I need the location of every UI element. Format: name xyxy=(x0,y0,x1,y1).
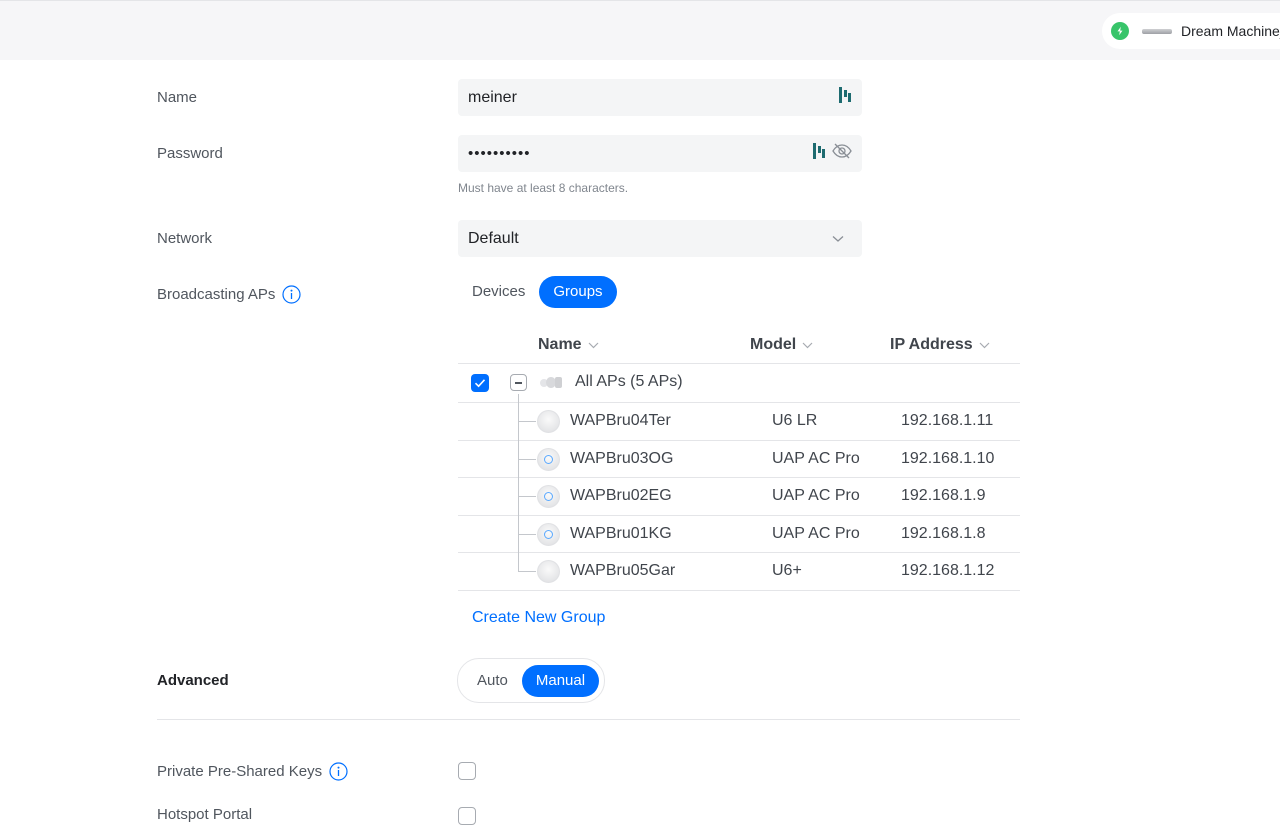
ap-u6-icon xyxy=(537,410,560,433)
column-name[interactable]: Name xyxy=(538,336,599,354)
ap-name: WAPBru03OG xyxy=(570,449,674,467)
ap-name: WAPBru01KG xyxy=(570,524,672,542)
eye-off-icon[interactable] xyxy=(832,143,852,164)
console-device-icon xyxy=(1142,28,1172,34)
tree-connector xyxy=(519,571,536,572)
network-value: Default xyxy=(468,229,519,247)
device-name: Dream Machine_ xyxy=(1181,23,1280,39)
ap-table: Name Model IP Address All APs (5 APs) WA… xyxy=(458,326,1020,591)
password-input[interactable]: •••••••••• xyxy=(458,135,862,172)
chevron-down-icon xyxy=(832,230,844,248)
tree-connector xyxy=(519,533,536,535)
group-checkbox[interactable] xyxy=(471,374,489,392)
broadcasting-aps-label: Broadcasting APs xyxy=(157,285,302,304)
advanced-label: Advanced xyxy=(157,672,229,689)
column-model[interactable]: Model xyxy=(750,336,813,354)
tab-devices[interactable]: Devices xyxy=(458,276,539,308)
ap-ip: 192.168.1.11 xyxy=(901,412,994,429)
table-row[interactable]: WAPBru02EG UAP AC Pro 192.168.1.9 xyxy=(458,478,1020,516)
ap-name: WAPBru05Gar xyxy=(570,562,676,579)
network-label: Network xyxy=(157,230,213,247)
ap-model: U6 LR xyxy=(772,412,818,429)
ap-model: UAP AC Pro xyxy=(772,524,860,542)
name-label: Name xyxy=(157,89,198,106)
password-value: •••••••••• xyxy=(468,145,531,162)
group-row[interactable]: All APs (5 APs) xyxy=(458,364,1020,403)
table-row[interactable]: WAPBru05Gar U6+ 192.168.1.12 xyxy=(458,553,1020,591)
password-label: Password xyxy=(157,145,223,162)
ap-acpro-icon xyxy=(537,447,560,471)
ap-model: UAP AC Pro xyxy=(772,487,860,504)
table-row[interactable]: WAPBru01KG UAP AC Pro 192.168.1.8 xyxy=(458,516,1020,553)
name-value: meiner xyxy=(468,88,517,106)
top-bar: Dream Machine_ xyxy=(0,0,1280,60)
ap-acpro-icon xyxy=(537,522,560,546)
password-hint: Must have at least 8 characters. xyxy=(458,181,629,195)
ap-model: U6+ xyxy=(772,562,802,579)
chevron-down-icon xyxy=(588,336,599,354)
ap-model: UAP AC Pro xyxy=(772,449,860,467)
tree-line xyxy=(518,394,519,572)
section-divider xyxy=(157,719,1020,720)
tree-connector xyxy=(519,496,536,497)
ap-u6-icon xyxy=(537,560,560,583)
table-row[interactable]: WAPBru03OG UAP AC Pro 192.168.1.10 xyxy=(458,441,1020,478)
collapse-icon[interactable] xyxy=(510,374,527,391)
ap-ip: 192.168.1.10 xyxy=(901,449,995,467)
table-row[interactable]: WAPBru04Ter U6 LR 192.168.1.11 xyxy=(458,403,1020,441)
hotspot-checkbox[interactable] xyxy=(458,807,476,825)
info-icon[interactable] xyxy=(282,285,302,304)
online-status-icon xyxy=(1111,22,1129,40)
ap-ip: 192.168.1.12 xyxy=(901,562,995,579)
chevron-down-icon xyxy=(802,336,813,354)
device-selector[interactable]: Dream Machine_ xyxy=(1102,13,1280,49)
ap-ip: 192.168.1.9 xyxy=(901,487,986,504)
broadcast-mode-toggle: Devices Groups xyxy=(458,276,617,308)
tree-connector xyxy=(519,458,536,460)
name-input[interactable]: meiner xyxy=(458,79,862,116)
ppsk-checkbox[interactable] xyxy=(458,762,476,780)
password-manager-icon[interactable] xyxy=(838,86,852,109)
tree-connector xyxy=(519,421,536,422)
table-header: Name Model IP Address xyxy=(458,326,1020,364)
chevron-down-icon xyxy=(979,336,990,354)
ap-acpro-icon xyxy=(537,485,560,508)
create-new-group-link[interactable]: Create New Group xyxy=(472,609,605,627)
ap-name: WAPBru02EG xyxy=(570,487,672,504)
column-ip-address[interactable]: IP Address xyxy=(890,336,990,354)
tab-auto[interactable]: Auto xyxy=(463,665,522,697)
ppsk-label: Private Pre-Shared Keys xyxy=(157,762,348,781)
password-manager-icon[interactable] xyxy=(812,142,826,165)
info-icon[interactable] xyxy=(329,762,348,781)
ap-name: WAPBru04Ter xyxy=(570,412,671,429)
network-select[interactable]: Default xyxy=(458,220,862,257)
group-name: All APs (5 APs) xyxy=(575,373,683,390)
advanced-mode-toggle: Auto Manual xyxy=(457,658,606,703)
ap-ip: 192.168.1.8 xyxy=(901,524,986,542)
tab-groups[interactable]: Groups xyxy=(539,276,617,308)
ap-group-icon xyxy=(540,377,562,388)
tab-manual[interactable]: Manual xyxy=(521,664,600,697)
